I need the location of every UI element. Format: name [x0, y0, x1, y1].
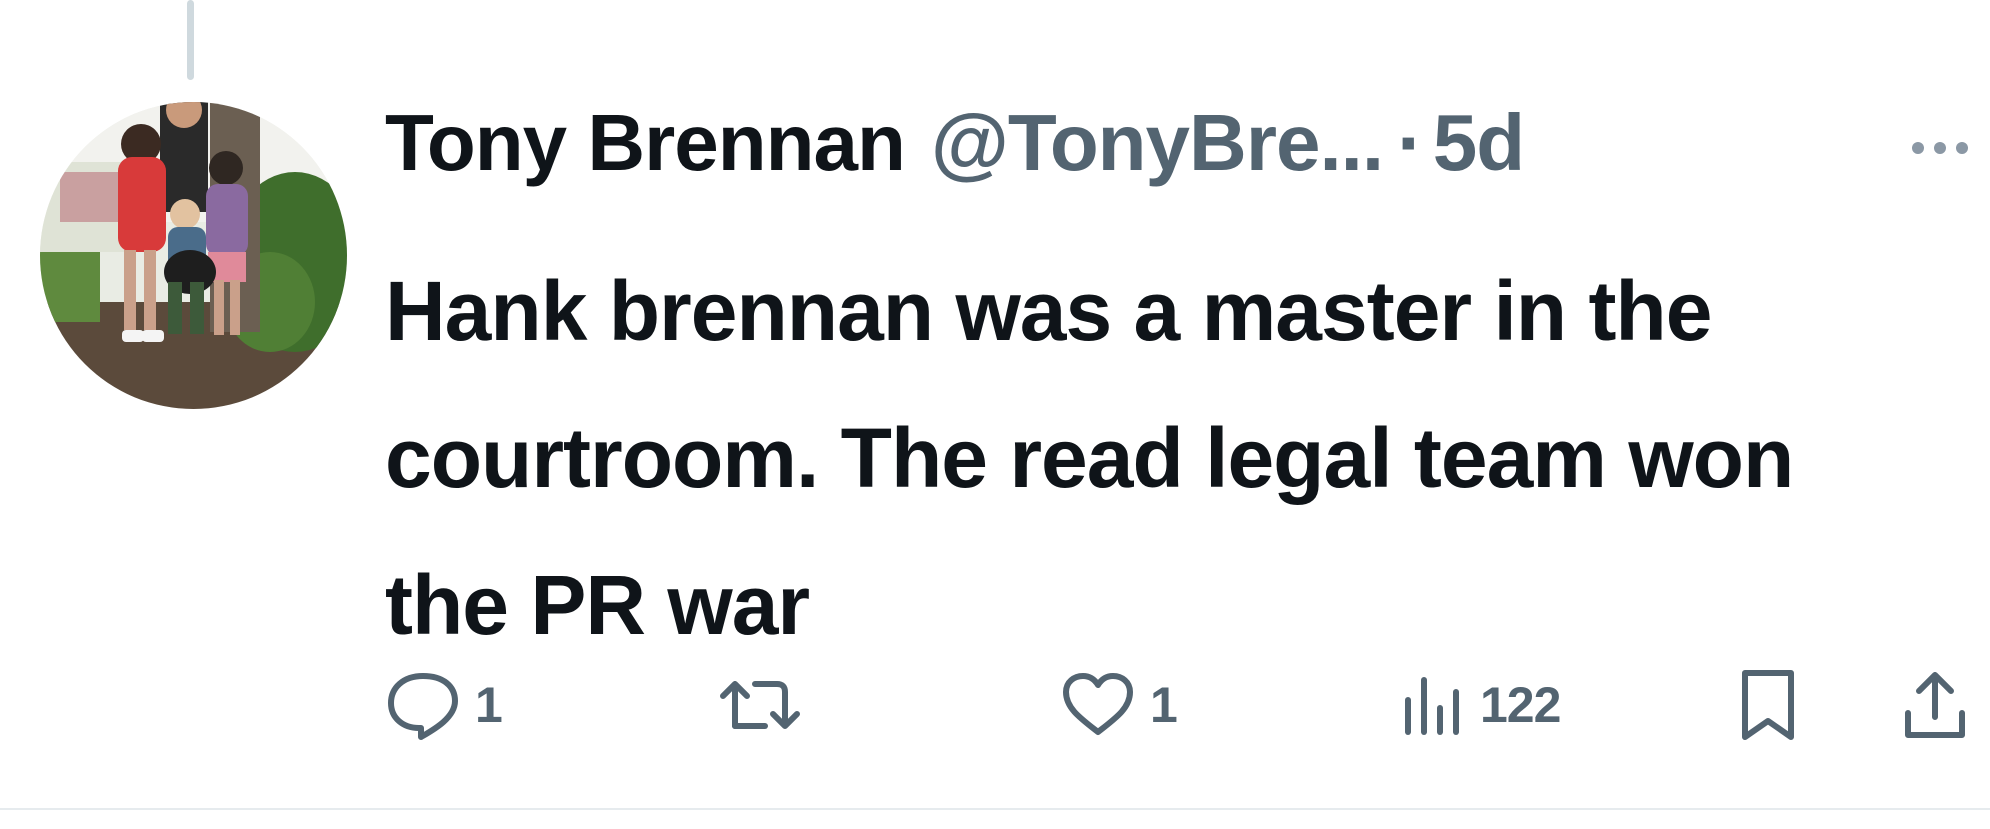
views-count: 122: [1480, 677, 1561, 733]
display-name[interactable]: Tony Brennan: [385, 98, 906, 188]
avatar[interactable]: [40, 102, 347, 409]
like-button[interactable]: 1: [1060, 665, 1178, 745]
heart-icon: [1060, 670, 1136, 740]
user-handle[interactable]: @TonyBre...: [931, 98, 1384, 188]
more-options-button[interactable]: [1905, 128, 1975, 168]
bookmark-button[interactable]: [1735, 665, 1801, 745]
retweet-button[interactable]: [715, 665, 819, 745]
reply-count: 1: [475, 677, 503, 733]
tweet-header: Tony Brennan @TonyBre... · 5d: [385, 98, 1525, 188]
thread-connector-line: [187, 0, 194, 80]
retweet-icon: [715, 670, 805, 740]
views-button[interactable]: 122: [1400, 665, 1561, 745]
like-count: 1: [1150, 677, 1178, 733]
tweet-timestamp[interactable]: 5d: [1433, 98, 1525, 188]
more-dots-icon: [1912, 142, 1968, 154]
share-button[interactable]: [1900, 665, 1970, 745]
reply-bubble-icon: [385, 670, 461, 740]
tweet-text: Hank brennan was a master in the courtro…: [385, 264, 1794, 652]
tweet-divider: [0, 808, 1990, 810]
avatar-photo: [40, 102, 347, 409]
share-upload-icon: [1900, 667, 1970, 743]
reply-button[interactable]: 1: [385, 665, 503, 745]
views-bar-chart-icon: [1400, 670, 1466, 740]
tweet-action-bar: 1 1 122: [0, 665, 1990, 745]
bookmark-icon: [1735, 667, 1801, 743]
separator-dot: ·: [1397, 98, 1424, 187]
